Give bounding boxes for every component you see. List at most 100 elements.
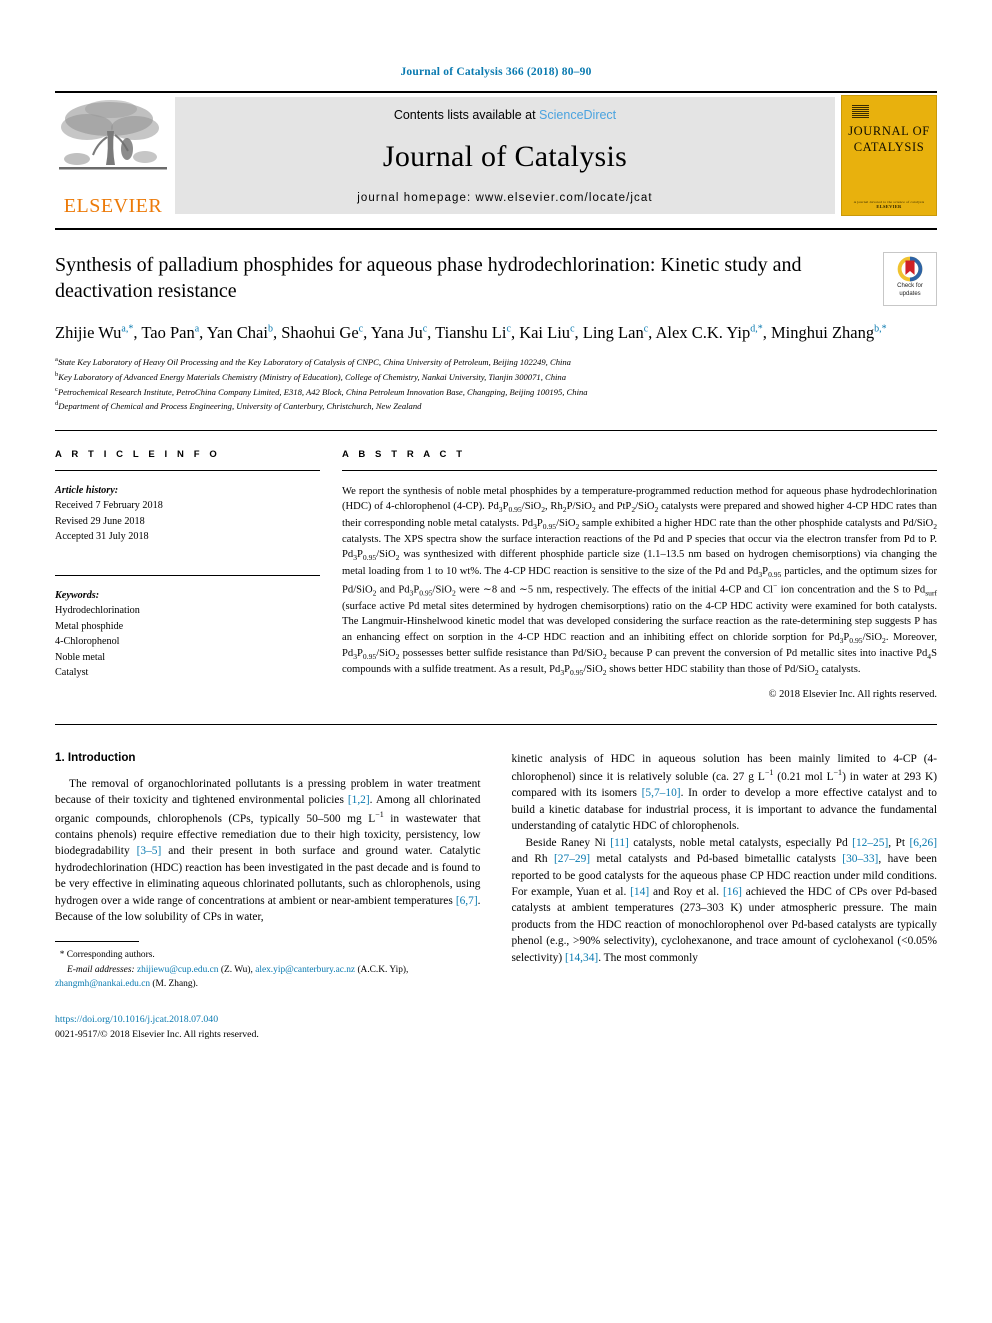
header-bottom-rule [55, 429, 937, 431]
footnote-separator [55, 941, 139, 943]
affiliation-item: bKey Laboratory of Advanced Energy Mater… [55, 370, 937, 385]
affiliation-text: State Key Laboratory of Heavy Oil Proces… [57, 357, 571, 368]
doi-link[interactable]: https://doi.org/10.1016/j.jcat.2018.07.0… [55, 1013, 481, 1028]
author-name[interactable]: Ling Lan [583, 323, 644, 342]
keyword-item[interactable]: 4-Chlorophenol [55, 634, 320, 650]
abstract-column: A B S T R A C T We report the synthesis … [342, 449, 937, 700]
elsevier-logo: ELSEVIER [55, 93, 173, 218]
cover-publisher-mark-icon [851, 104, 869, 119]
citation-ref[interactable]: [30–33] [842, 853, 878, 865]
doi-block: https://doi.org/10.1016/j.jcat.2018.07.0… [55, 1013, 481, 1042]
author-list: Zhijie Wua,*, Tao Pana, Yan Chaib, Shaoh… [55, 323, 887, 342]
citation-ref[interactable]: [16] [723, 886, 742, 898]
author-affiliation-marker[interactable]: c [570, 324, 574, 335]
cover-title-line1: JOURNAL OF [848, 124, 930, 138]
citation-ref[interactable]: [11] [610, 837, 629, 849]
journal-masthead: ELSEVIER Contents lists available at Sci… [55, 91, 937, 218]
author-name[interactable]: Yan Chai [207, 323, 268, 342]
masthead-center-panel: Contents lists available at ScienceDirec… [175, 97, 835, 214]
info-abstract-region: A R T I C L E I N F O Article history: R… [55, 449, 937, 700]
email-label: E-mail addresses: [67, 964, 135, 975]
email-link-3[interactable]: zhangmh@nankai.edu.cn [55, 979, 150, 989]
intro-paragraph-2: kinetic analysis of HDC in aqueous solut… [511, 752, 938, 833]
running-head: Journal of Catalysis 366 (2018) 80–90 [400, 66, 592, 78]
affiliation-text: Department of Chemical and Process Engin… [58, 401, 422, 412]
author-affiliation-marker[interactable]: c [359, 324, 363, 335]
body-column-left: 1. Introduction The removal of organochl… [55, 751, 481, 1043]
email-addresses-note: E-mail addresses: zhijiewu@cup.edu.cn (Z… [55, 963, 481, 992]
author-affiliation-marker[interactable]: d,* [750, 324, 763, 335]
email-link-1[interactable]: zhijiewu@cup.edu.cn [137, 965, 219, 975]
article-info-column: A R T I C L E I N F O Article history: R… [55, 449, 342, 700]
crossmark-badge[interactable]: Check for updates [883, 252, 937, 306]
keywords-rule [55, 574, 320, 576]
affiliation-text: Petrochemical Research Institute, PetroC… [57, 386, 588, 397]
author-affiliation-marker[interactable]: a,* [121, 324, 133, 335]
cover-title-line2: CATALYSIS [853, 139, 925, 154]
email-owner-3: (M. Zhang). [152, 978, 198, 989]
corresponding-author-text: Corresponding authors. [66, 950, 155, 961]
citation-ref[interactable]: [1,2] [348, 794, 370, 806]
crossmark-icon [897, 256, 923, 282]
affiliation-item: dDepartment of Chemical and Process Engi… [55, 399, 937, 414]
author-affiliation-marker[interactable]: b [268, 324, 273, 335]
author-affiliation-marker[interactable]: a [195, 324, 199, 335]
keyword-item[interactable]: Hydrodechlorination [55, 603, 320, 619]
contents-prefix: Contents lists available at [393, 108, 540, 122]
intro-paragraph-1: The removal of organochlorinated polluta… [55, 777, 481, 923]
keywords-block: Keywords: Hydrodechlorination Metal phosp… [55, 588, 320, 681]
elsevier-wordmark: ELSEVIER [63, 195, 163, 217]
masthead-bottom-rule [55, 228, 937, 230]
article-info-heading: A R T I C L E I N F O [55, 448, 221, 460]
author-name[interactable]: Tao Pan [141, 323, 194, 342]
author-affiliation-marker[interactable]: b,* [874, 324, 887, 335]
author-affiliation-marker[interactable]: c [506, 324, 510, 335]
abstract-copyright: © 2018 Elsevier Inc. All rights reserved… [768, 688, 937, 700]
journal-title: Journal of Catalysis [382, 140, 628, 173]
crossmark-line2: updates [899, 290, 921, 297]
author-name[interactable]: Kai Liu [519, 323, 570, 342]
keyword-item[interactable]: Metal phosphide [55, 619, 320, 635]
author-affiliation-marker[interactable]: c [423, 324, 427, 335]
affiliation-list: aState Key Laboratory of Heavy Oil Proce… [55, 355, 937, 413]
citation-ref[interactable]: [5,7–10] [642, 787, 681, 799]
citation-ref[interactable]: [12–25] [852, 837, 888, 849]
citation-ref[interactable]: [14,34] [565, 952, 598, 964]
citation-ref[interactable]: [3–5] [137, 845, 162, 857]
author-affiliation-marker[interactable]: c [644, 324, 648, 335]
email-link-2[interactable]: alex.yip@canterbury.ac.nz [255, 965, 355, 975]
title-block: Synthesis of palladium phosphides for aq… [55, 252, 937, 306]
article-history-item: Revised 29 June 2018 [55, 515, 145, 527]
keyword-item[interactable]: Catalyst [55, 665, 320, 681]
asterisk-icon: * [55, 950, 65, 961]
affiliation-item: cPetrochemical Research Institute, Petro… [55, 385, 937, 400]
citation-ref[interactable]: [6,26] [909, 837, 937, 849]
journal-homepage-link[interactable]: journal homepage: www.elsevier.com/locat… [357, 192, 652, 204]
article-history-label: Article history: [55, 484, 119, 496]
article-history-item: Accepted 31 July 2018 [55, 531, 149, 543]
intro-paragraph-3: Beside Raney Ni [11] catalysts, noble me… [511, 836, 938, 964]
crossmark-label: Check for updates [897, 283, 923, 298]
author-name[interactable]: Yana Ju [371, 323, 423, 342]
citation-ref[interactable]: [27–29] [554, 853, 590, 865]
article-page: Journal of Catalysis 366 (2018) 80–90 EL… [0, 0, 992, 1323]
author-name[interactable]: Shaohui Ge [281, 323, 358, 342]
author-name[interactable]: Minghui Zhang [771, 323, 874, 342]
article-history-item: Received 7 February 2018 [55, 500, 163, 512]
citation-ref[interactable]: [6,7] [456, 895, 478, 907]
abstract-heading: A B S T R A C T [342, 448, 466, 460]
citation-ref[interactable]: [14] [630, 886, 649, 898]
keyword-item[interactable]: Noble metal [55, 650, 320, 666]
footnote-block: * Corresponding authors. E-mail addresse… [55, 948, 481, 991]
journal-cover-thumbnail[interactable]: JOURNAL OF CATALYSIS A journal devoted t… [841, 95, 937, 216]
sciencedirect-link[interactable]: ScienceDirect [539, 108, 616, 122]
body-columns: 1. Introduction The removal of organochl… [55, 751, 937, 1043]
cover-title: JOURNAL OF CATALYSIS [848, 124, 930, 155]
corresponding-author-note: * Corresponding authors. [55, 948, 481, 962]
body-column-right: kinetic analysis of HDC in aqueous solut… [512, 751, 938, 1043]
author-name[interactable]: Alex C.K. Yip [656, 323, 751, 342]
author-name[interactable]: Zhijie Wu [55, 323, 121, 342]
email-owner-2: (A.C.K. Yip), [357, 964, 409, 975]
keywords-label: Keywords: [55, 589, 100, 601]
author-name[interactable]: Tianshu Li [435, 323, 506, 342]
